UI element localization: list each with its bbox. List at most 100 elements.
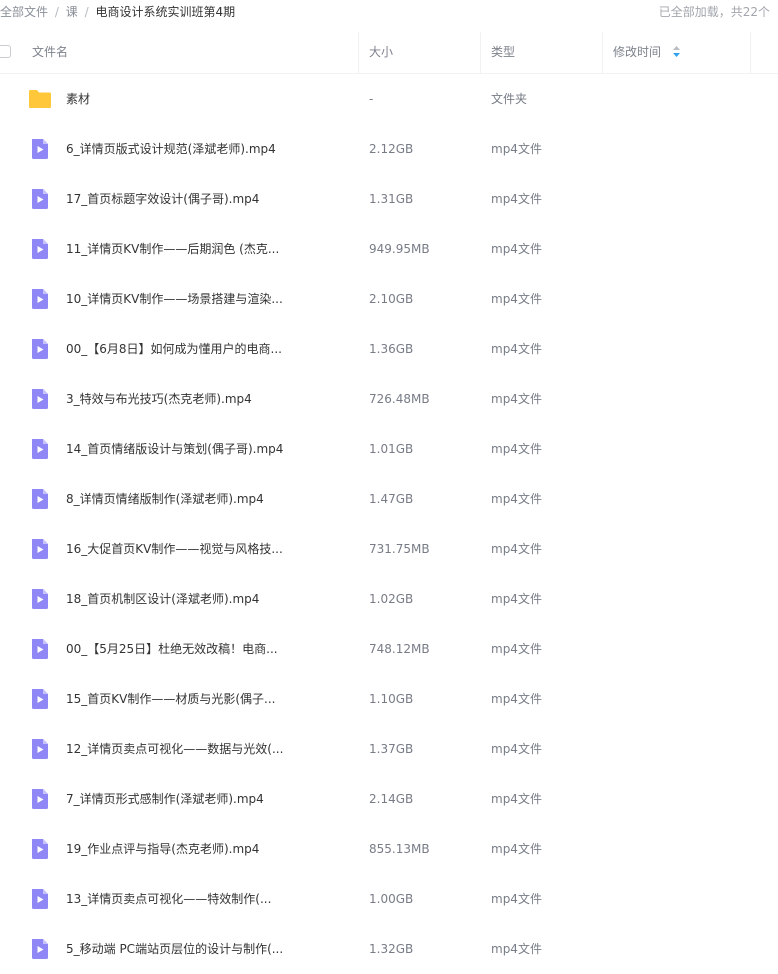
file-type: mp4文件: [491, 142, 542, 156]
file-row[interactable]: 14_首页情绪版设计与策划(偶子哥).mp4 1.01GB mp4文件: [0, 424, 778, 474]
video-file-icon: [28, 537, 52, 561]
file-name-link[interactable]: 11_详情页KV制作——后期润色 (杰克...: [66, 224, 346, 274]
video-file-icon: [28, 887, 52, 911]
file-size: 1.32GB: [369, 942, 414, 956]
file-size: 1.47GB: [369, 492, 414, 506]
video-file-icon: [28, 437, 52, 461]
file-row[interactable]: 10_详情页KV制作——场景搭建与渲染... 2.10GB mp4文件: [0, 274, 778, 324]
column-divider: [480, 32, 481, 73]
file-row[interactable]: 15_首页KV制作——材质与光影(偶子... 1.10GB mp4文件: [0, 674, 778, 724]
file-name-link[interactable]: 16_大促首页KV制作——视觉与风格技...: [66, 524, 346, 574]
column-header-type[interactable]: 类型: [491, 32, 515, 73]
column-divider: [358, 32, 359, 73]
file-row[interactable]: 17_首页标题字效设计(偶子哥).mp4 1.31GB mp4文件: [0, 174, 778, 224]
file-row[interactable]: 7_详情页形式感制作(泽斌老师).mp4 2.14GB mp4文件: [0, 774, 778, 824]
file-name-link[interactable]: 14_首页情绪版设计与策划(偶子哥).mp4: [66, 424, 346, 474]
column-divider: [750, 32, 751, 73]
video-file-icon: [28, 187, 52, 211]
video-file-icon: [28, 287, 52, 311]
column-header-size[interactable]: 大小: [369, 32, 393, 73]
file-size: 1.00GB: [369, 892, 414, 906]
file-name-link[interactable]: 5_移动端 PC端站页层位的设计与制作(...: [66, 924, 346, 974]
file-row[interactable]: 00_【5月25日】杜绝无效改稿！电商... 748.12MB mp4文件: [0, 624, 778, 674]
file-size: 748.12MB: [369, 642, 430, 656]
file-type: 文件夹: [491, 92, 528, 106]
column-divider: [602, 32, 603, 73]
file-list-header: 文件名 大小 类型 修改时间: [0, 32, 778, 74]
file-name-link[interactable]: 素材: [66, 74, 346, 124]
file-type: mp4文件: [491, 192, 542, 206]
file-name-link[interactable]: 15_首页KV制作——材质与光影(偶子...: [66, 674, 346, 724]
video-file-icon: [28, 687, 52, 711]
file-list: 素材 - 文件夹 6_详情页版式设计规范(泽斌老师).mp4 2.12GB mp4文件 17…: [0, 74, 778, 974]
file-type: mp4文件: [491, 742, 542, 756]
file-name-link[interactable]: 00_【5月25日】杜绝无效改稿！电商...: [66, 624, 346, 674]
breadcrumb-course-folder[interactable]: 课: [66, 5, 78, 19]
file-row[interactable]: 18_首页机制区设计(泽斌老师).mp4 1.02GB mp4文件: [0, 574, 778, 624]
video-file-icon: [28, 137, 52, 161]
file-name-link[interactable]: 00_【6月8日】如何成为懂用户的电商...: [66, 324, 346, 374]
column-header-name[interactable]: 文件名: [32, 32, 68, 73]
video-file-icon: [28, 937, 52, 961]
file-size: 2.14GB: [369, 792, 414, 806]
file-name-link[interactable]: 3_特效与布光技巧(杰克老师).mp4: [66, 374, 346, 424]
file-row[interactable]: 19_作业点评与指导(杰克老师).mp4 855.13MB mp4文件: [0, 824, 778, 874]
file-size: 1.36GB: [369, 342, 414, 356]
load-status-text: 已全部加载，共22个: [658, 5, 770, 19]
column-header-modified[interactable]: 修改时间: [613, 32, 680, 73]
file-size: -: [369, 92, 374, 106]
file-name-link[interactable]: 12_详情页卖点可视化——数据与光效(...: [66, 724, 346, 774]
file-type: mp4文件: [491, 942, 542, 956]
file-name-link[interactable]: 19_作业点评与指导(杰克老师).mp4: [66, 824, 346, 874]
file-row[interactable]: 00_【6月8日】如何成为懂用户的电商... 1.36GB mp4文件: [0, 324, 778, 374]
file-row[interactable]: 素材 - 文件夹: [0, 74, 778, 124]
file-size: 1.01GB: [369, 442, 414, 456]
file-size: 1.37GB: [369, 742, 414, 756]
file-name-link[interactable]: 10_详情页KV制作——场景搭建与渲染...: [66, 274, 346, 324]
file-type: mp4文件: [491, 242, 542, 256]
file-size: 1.10GB: [369, 692, 414, 706]
file-row[interactable]: 6_详情页版式设计规范(泽斌老师).mp4 2.12GB mp4文件: [0, 124, 778, 174]
file-type: mp4文件: [491, 692, 542, 706]
file-row[interactable]: 13_详情页卖点可视化——特效制作(... 1.00GB mp4文件: [0, 874, 778, 924]
file-row[interactable]: 12_详情页卖点可视化——数据与光效(... 1.37GB mp4文件: [0, 724, 778, 774]
file-name-link[interactable]: 18_首页机制区设计(泽斌老师).mp4: [66, 574, 346, 624]
breadcrumb-all-files[interactable]: 全部文件: [0, 5, 48, 19]
file-type: mp4文件: [491, 792, 542, 806]
video-file-icon: [28, 787, 52, 811]
file-type: mp4文件: [491, 892, 542, 906]
folder-icon: [28, 87, 52, 111]
file-row[interactable]: 11_详情页KV制作——后期润色 (杰克... 949.95MB mp4文件: [0, 224, 778, 274]
video-file-icon: [28, 237, 52, 261]
file-type: mp4文件: [491, 392, 542, 406]
file-type: mp4文件: [491, 442, 542, 456]
file-size: 949.95MB: [369, 242, 430, 256]
sort-icon[interactable]: [672, 46, 680, 57]
file-type: mp4文件: [491, 342, 542, 356]
video-file-icon: [28, 837, 52, 861]
file-size: 731.75MB: [369, 542, 430, 556]
file-row[interactable]: 3_特效与布光技巧(杰克老师).mp4 726.48MB mp4文件: [0, 374, 778, 424]
file-row[interactable]: 5_移动端 PC端站页层位的设计与制作(... 1.32GB mp4文件: [0, 924, 778, 974]
file-name-link[interactable]: 7_详情页形式感制作(泽斌老师).mp4: [66, 774, 346, 824]
file-row[interactable]: 8_详情页情绪版制作(泽斌老师).mp4 1.47GB mp4文件: [0, 474, 778, 524]
file-row[interactable]: 16_大促首页KV制作——视觉与风格技... 731.75MB mp4文件: [0, 524, 778, 574]
file-name-link[interactable]: 8_详情页情绪版制作(泽斌老师).mp4: [66, 474, 346, 524]
video-file-icon: [28, 337, 52, 361]
column-header-modified-label: 修改时间: [613, 45, 662, 59]
breadcrumb-separator: /: [84, 5, 89, 19]
file-name-link[interactable]: 6_详情页版式设计规范(泽斌老师).mp4: [66, 124, 346, 174]
file-name-link[interactable]: 17_首页标题字效设计(偶子哥).mp4: [66, 174, 346, 224]
file-type: mp4文件: [491, 592, 542, 606]
file-name-link[interactable]: 13_详情页卖点可视化——特效制作(...: [66, 874, 346, 924]
breadcrumb: 全部文件 / 课 / 电商设计系统实训班第4期 已全部加载，共22个: [0, 0, 778, 24]
file-size: 1.31GB: [369, 192, 414, 206]
file-type: mp4文件: [491, 492, 542, 506]
video-file-icon: [28, 487, 52, 511]
video-file-icon: [28, 387, 52, 411]
breadcrumb-separator: /: [54, 5, 59, 19]
select-all-checkbox[interactable]: [0, 45, 11, 58]
file-size: 2.12GB: [369, 142, 414, 156]
file-size: 2.10GB: [369, 292, 414, 306]
file-size: 726.48MB: [369, 392, 430, 406]
